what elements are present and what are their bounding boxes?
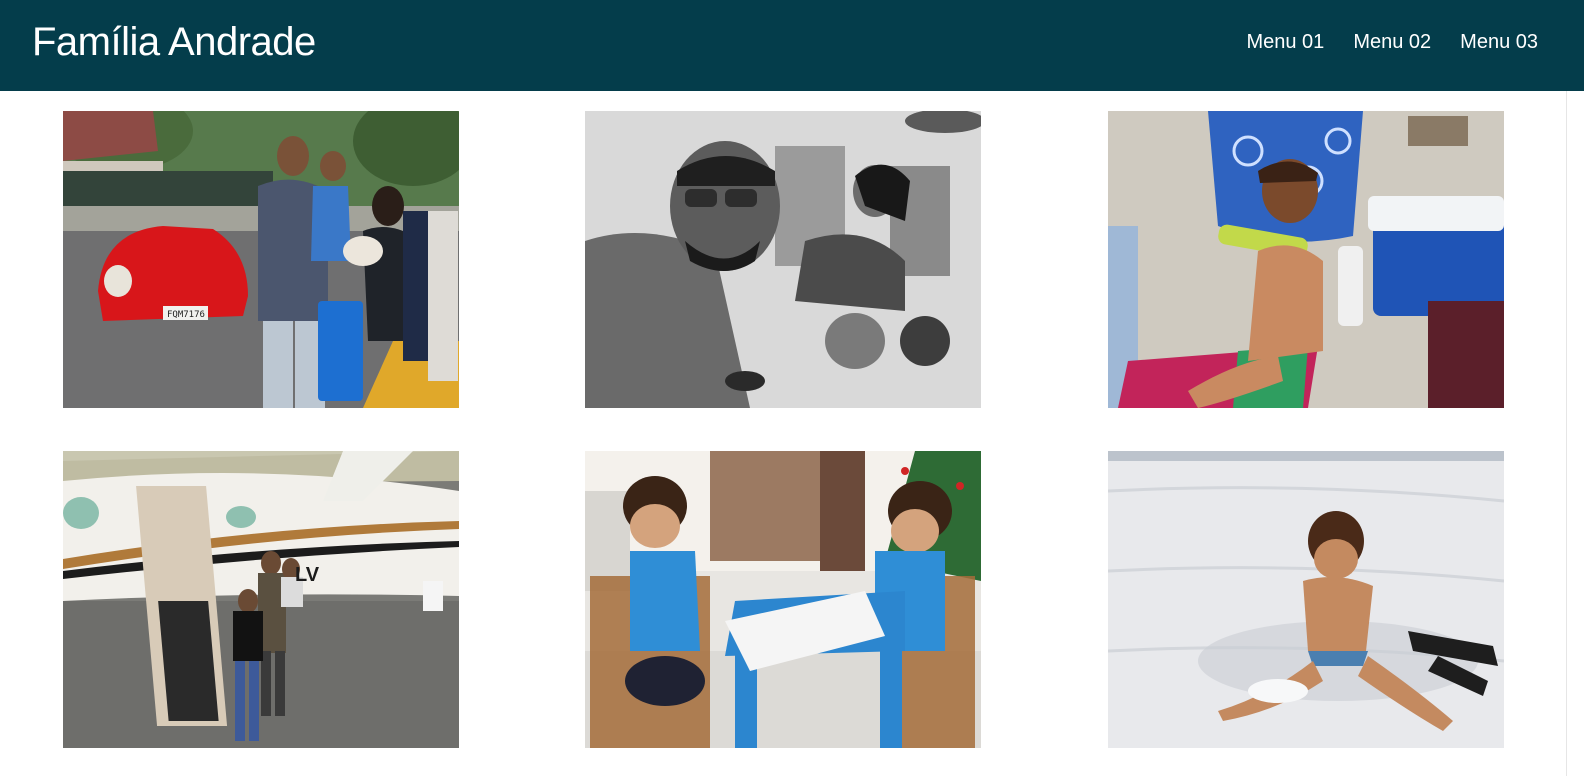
site-title[interactable]: Família Andrade [32, 17, 316, 67]
gallery-photo-drawing[interactable] [585, 451, 981, 748]
nav-menu-03[interactable]: Menu 03 [1460, 28, 1538, 56]
photo-image [585, 451, 981, 748]
nav-menu-01[interactable]: Menu 01 [1246, 28, 1324, 56]
main-nav: Menu 01 Menu 02 Menu 03 [1246, 28, 1538, 56]
gallery-photo-beach-chair[interactable] [1108, 111, 1504, 408]
photo-image: LV [63, 451, 459, 748]
photo-image [1108, 451, 1504, 748]
license-plate-text: FQM7176 [167, 310, 205, 320]
aircraft-registration-text: LV [295, 564, 320, 586]
photo-image [585, 111, 981, 408]
gallery-photo-sand[interactable] [1108, 451, 1504, 748]
site-header: Família Andrade Menu 01 Menu 02 Menu 03 [0, 0, 1584, 91]
gallery-photo-beach-selfie[interactable] [585, 111, 981, 408]
gallery-photo-family-car[interactable]: FQM7176 [63, 111, 459, 408]
photo-image [1108, 111, 1504, 408]
photo-image: FQM7176 [63, 111, 459, 408]
gallery-photo-jet[interactable]: LV [63, 451, 459, 748]
page-scrollbar[interactable] [1566, 91, 1584, 776]
nav-menu-02[interactable]: Menu 02 [1353, 28, 1431, 56]
